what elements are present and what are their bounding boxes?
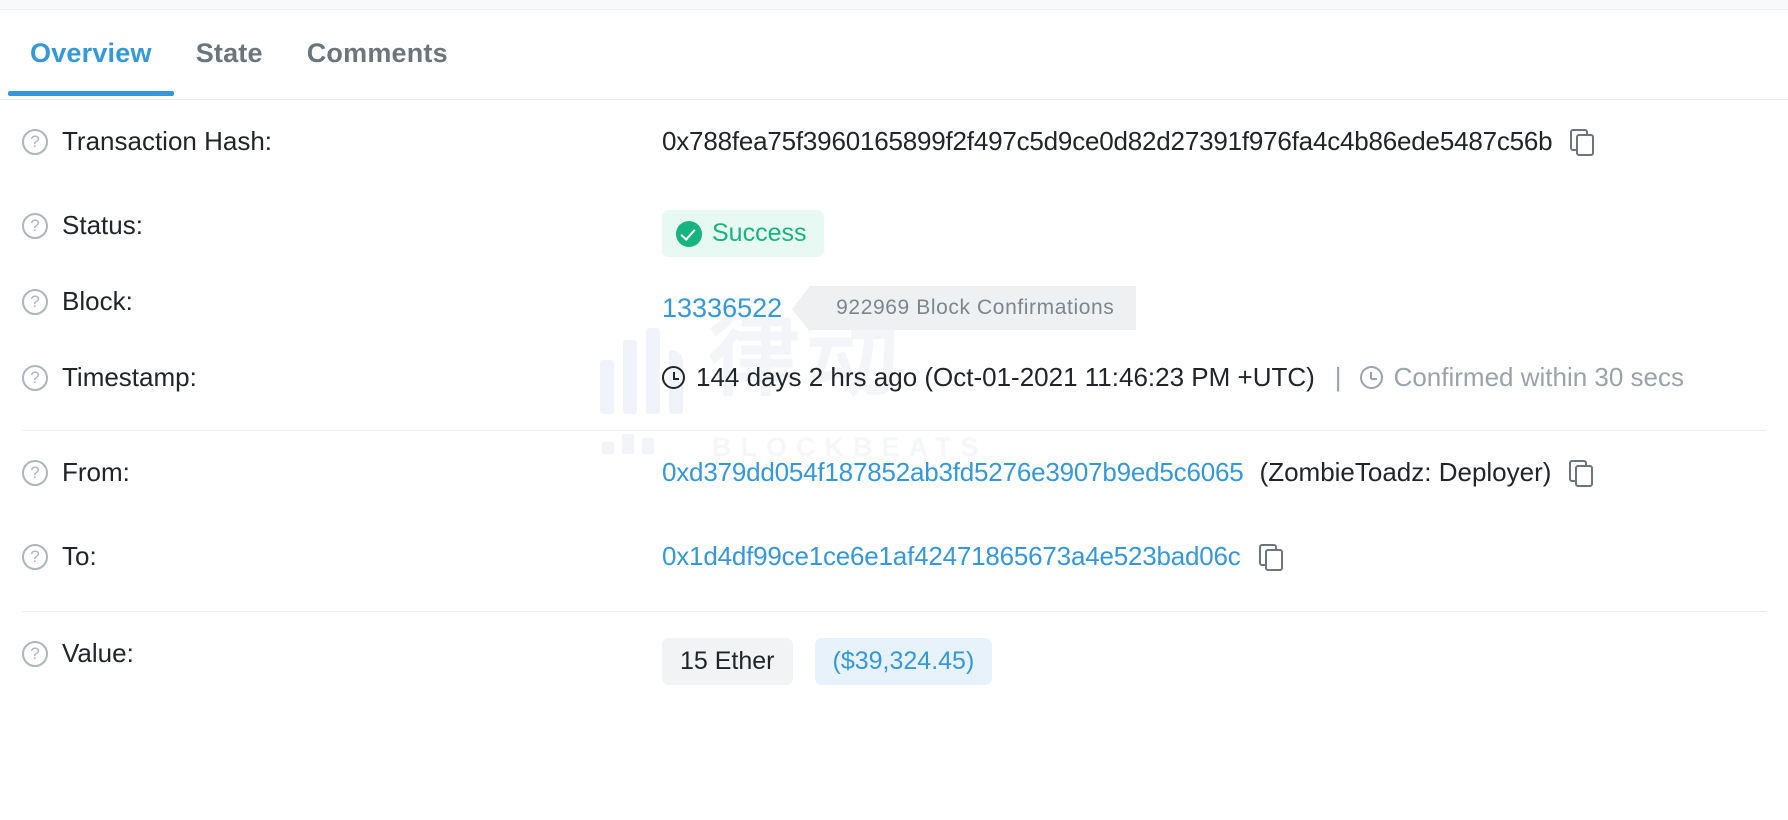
row-from: ? From: 0xd379dd054f187852ab3fd5276e3907…	[0, 431, 1788, 515]
clock-icon-confirmed	[1359, 366, 1383, 389]
copy-icon[interactable]	[1569, 459, 1594, 487]
help-icon[interactable]: ?	[22, 212, 48, 239]
status-badge-label: Success	[712, 219, 807, 247]
help-icon[interactable]: ?	[22, 288, 48, 315]
from-label-group: ? From:	[22, 431, 662, 488]
help-icon[interactable]: ?	[22, 459, 48, 486]
from-label: From:	[62, 457, 130, 487]
transaction-hash-value: 0x788fea75f3960165899f2f497c5d9ce0d82d27…	[662, 126, 1553, 156]
to-value-group: 0x1d4df99ce1ce6e1af42471865673a4e523bad0…	[662, 515, 1766, 572]
status-value-group: Success	[662, 184, 1766, 257]
help-icon[interactable]: ?	[22, 543, 48, 570]
value-value-group: 15 Ether ($39,324.45)	[662, 612, 1766, 685]
tab-overview[interactable]: Overview	[8, 10, 174, 96]
row-block: ? Block: 13336522 922969 Block Confirmat…	[0, 260, 1788, 336]
transaction-hash-label-group: ? Transaction Hash:	[22, 100, 662, 157]
tab-state[interactable]: State	[174, 10, 285, 95]
row-value: ? Value: 15 Ether ($39,324.45)	[0, 612, 1788, 688]
status-label-group: ? Status:	[22, 184, 662, 241]
tab-comments[interactable]: Comments	[285, 10, 470, 95]
from-address-tag: (ZombieToadz: Deployer)	[1259, 457, 1552, 487]
block-number-link[interactable]: 13336522	[662, 293, 782, 324]
timestamp-relative: 144 days 2 hrs ago (Oct-01-2021 11:46:23…	[696, 362, 1315, 392]
help-icon[interactable]: ?	[22, 364, 48, 391]
timestamp-label: Timestamp:	[62, 362, 197, 392]
tab-bar: Overview State Comments	[0, 10, 1788, 100]
timestamp-label-group: ? Timestamp:	[22, 336, 662, 393]
block-confirmations-badge: 922969 Block Confirmations	[792, 286, 1137, 332]
timestamp-value-group: 144 days 2 hrs ago (Oct-01-2021 11:46:23…	[662, 336, 1766, 393]
row-timestamp: ? Timestamp: 144 days 2 hrs ago (Oct-01-…	[0, 336, 1788, 418]
tab-overview-label: Overview	[30, 38, 152, 68]
transaction-hash-value-group: 0x788fea75f3960165899f2f497c5d9ce0d82d27…	[662, 100, 1766, 157]
top-strip	[0, 0, 1788, 10]
value-fiat-badge: ($39,324.45)	[814, 638, 993, 685]
to-label: To:	[62, 541, 97, 571]
block-label: Block:	[62, 286, 133, 316]
block-value-group: 13336522 922969 Block Confirmations	[662, 260, 1766, 332]
copy-icon[interactable]	[1258, 543, 1283, 571]
help-icon[interactable]: ?	[22, 640, 48, 667]
check-circle-icon	[676, 220, 702, 247]
from-value-group: 0xd379dd054f187852ab3fd5276e3907b9ed5c60…	[662, 431, 1766, 488]
transaction-overview-page: Overview State Comments 律动 BLOCKBEATS ? …	[0, 0, 1788, 820]
clock-icon	[662, 366, 685, 389]
value-amount-badge: 15 Ether	[662, 638, 793, 685]
value-label-group: ? Value:	[22, 612, 662, 669]
copy-icon[interactable]	[1570, 128, 1595, 156]
status-badge: Success	[662, 210, 825, 257]
row-status: ? Status: Success	[0, 184, 1788, 260]
row-transaction-hash: ? Transaction Hash: 0x788fea75f396016589…	[0, 100, 1788, 184]
help-icon[interactable]: ?	[22, 128, 48, 155]
block-label-group: ? Block:	[22, 260, 662, 317]
timestamp-confirmed-within: Confirmed within 30 secs	[1393, 362, 1685, 392]
to-label-group: ? To:	[22, 515, 662, 572]
from-address-link[interactable]: 0xd379dd054f187852ab3fd5276e3907b9ed5c60…	[662, 457, 1244, 488]
timestamp-separator: |	[1334, 362, 1342, 392]
overview-rows: ? Transaction Hash: 0x788fea75f396016589…	[0, 100, 1788, 688]
row-to: ? To: 0x1d4df99ce1ce6e1af42471865673a4e5…	[0, 515, 1788, 599]
transaction-hash-label: Transaction Hash:	[62, 126, 273, 156]
tab-state-label: State	[195, 38, 263, 68]
status-label: Status:	[62, 210, 143, 240]
to-address-link[interactable]: 0x1d4df99ce1ce6e1af42471865673a4e523bad0…	[662, 541, 1241, 572]
value-label: Value:	[62, 638, 134, 668]
tab-comments-label: Comments	[306, 38, 448, 68]
